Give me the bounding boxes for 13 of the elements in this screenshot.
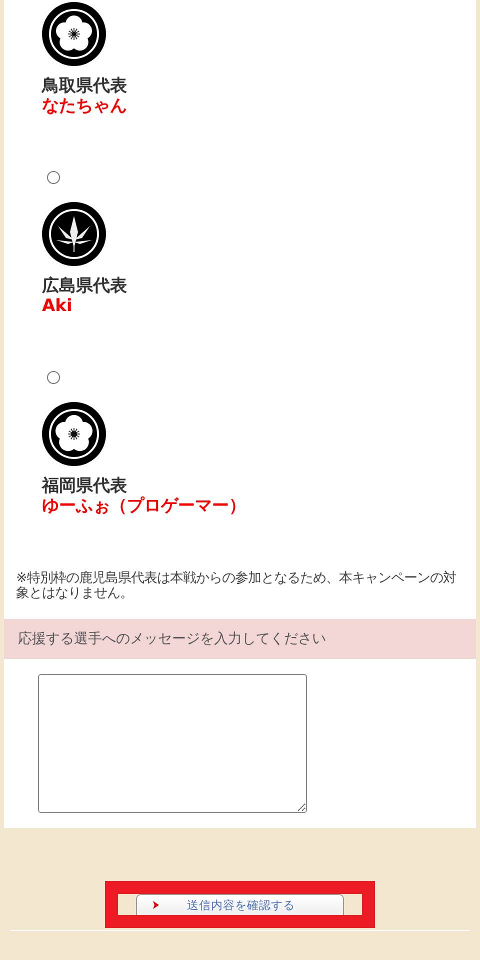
player-name: なたちゃん [42,96,127,116]
section-heading: 応援する選手へのメッセージを入力してください [18,630,326,648]
prefecture-label: 鳥取県代表 [42,76,127,96]
prefecture-label: 広島県代表 [42,276,127,296]
note-text: ※特別枠の鹿児島県代表は本戦からの参加となるため、本キャンペーンの対象とはなりません。 [15,571,458,601]
player-name: ゆーふぉ（プロゲーマー） [42,496,246,516]
confirm-button[interactable]: 送信内容を確認する [136,894,344,915]
prefecture-label: 福岡県代表 [42,476,127,496]
message-field[interactable] [38,674,307,813]
radio-button[interactable] [47,171,60,184]
player-name: Aki [42,296,72,316]
radio-button[interactable] [47,371,60,384]
chevron-icon [153,901,159,909]
